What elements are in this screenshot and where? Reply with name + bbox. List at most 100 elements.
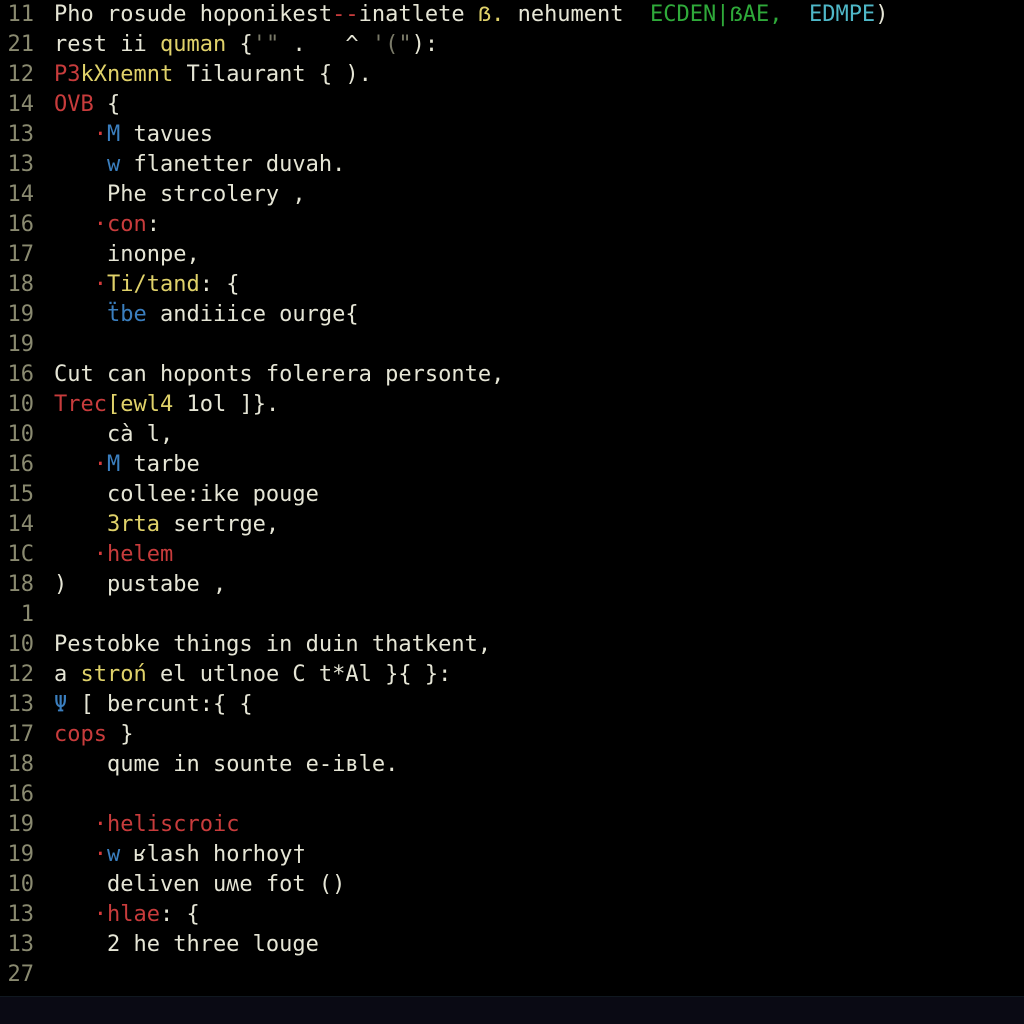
code-line[interactable]: 13 2 he three louge [0,930,1024,960]
line-number: 13 [0,900,40,930]
code-content[interactable]: collee:ike pouge [54,480,1024,510]
code-content[interactable]: qume in sounte e-iвle. [54,750,1024,780]
token: flanetter duvah. [120,152,345,177]
token: deliven uʍe fot () [54,872,345,897]
token: { [94,92,121,117]
code-line[interactable]: 18 qume in sounte e-iвle. [0,750,1024,780]
code-line[interactable]: 19 ·w ʁlash horhoy† [0,840,1024,870]
code-content[interactable]: deliven uʍe fot () [54,870,1024,900]
code-content[interactable] [54,330,1024,360]
code-content[interactable]: ·Ti/tand: { [54,270,1024,300]
code-line[interactable]: 13Ψ [ bercunt:{ { [0,690,1024,720]
code-line[interactable]: 12P3kXnemnt Tilaurant { ). [0,60,1024,90]
code-content[interactable]: cops } [54,720,1024,750]
code-content[interactable]: ·M tarbe [54,450,1024,480]
token: 3rta [107,512,160,537]
code-line[interactable]: 18 ·Ti/tand: { [0,270,1024,300]
code-line[interactable]: 11Pho rosude hoponikest--inatlete ẞ. neh… [0,0,1024,30]
token: 2 he three louge [54,932,319,957]
token: ʁlash horhoy† [120,842,305,867]
code-content[interactable]: ·helem [54,540,1024,570]
code-content[interactable]: rest ii quman {'" . ^ '("): [54,30,1024,60]
code-content[interactable]: Ψ [ bercunt:{ { [54,690,1024,720]
code-content[interactable]: w flanetter duvah. [54,150,1024,180]
token: ) pustabe , [54,572,226,597]
token: '" [253,32,280,57]
code-content[interactable]: OVB { [54,90,1024,120]
token: Phe strcolery , [54,182,306,207]
code-line[interactable]: 10 deliven uʍe fot () [0,870,1024,900]
line-number: 16 [0,360,40,390]
line-number: 16 [0,780,40,810]
code-line[interactable]: 10 cà l, [0,420,1024,450]
code-line[interactable]: 19 [0,330,1024,360]
token: Pestobke things in duin thatkent, [54,632,491,657]
code-content[interactable]: inonpe, [54,240,1024,270]
token: [ bercunt:{ { [67,692,252,717]
token: · [94,842,107,867]
token: w [107,152,120,177]
code-content[interactable]: Pestobke things in duin thatkent, [54,630,1024,660]
code-content[interactable] [54,780,1024,810]
code-line[interactable]: 13 w flanetter duvah. [0,150,1024,180]
code-line[interactable]: 16 Cut can hoponts folerera personte, [0,360,1024,390]
code-line[interactable]: 13 ·hlae: { [0,900,1024,930]
code-line[interactable]: 10 Trec[ewl4 1ol ]}. [0,390,1024,420]
code-line[interactable]: 14OVB { [0,90,1024,120]
token [54,602,67,627]
code-content[interactable]: P3kXnemnt Tilaurant { ). [54,60,1024,90]
code-line[interactable]: 14 3rta sertrge, [0,510,1024,540]
token: qume in sounte e-iвle. [107,752,398,777]
line-number: 19 [0,810,40,840]
code-line[interactable]: 17cops } [0,720,1024,750]
code-content[interactable]: ·con: [54,210,1024,240]
line-number: 10 [0,390,40,420]
code-line[interactable]: 13 ·M tavues [0,120,1024,150]
token: M [107,452,120,477]
code-line[interactable]: 27 [0,960,1024,990]
token [54,542,94,567]
code-content[interactable]: Trec[ewl4 1ol ]}. [54,390,1024,420]
code-line[interactable]: 14 Phe strcolery , [0,180,1024,210]
code-content[interactable]: ·hlae: { [54,900,1024,930]
code-line[interactable]: 10 Pestobke things in duin thatkent, [0,630,1024,660]
code-line[interactable]: 16 [0,780,1024,810]
line-number: 19 [0,330,40,360]
token: ẞ. [478,2,504,27]
code-line[interactable]: 16 ·M tarbe [0,450,1024,480]
code-content[interactable]: Phe strcolery , [54,180,1024,210]
code-line[interactable]: 1C ·helem [0,540,1024,570]
code-line[interactable]: 12a stroń el utlnoe C t*Al }{ }: [0,660,1024,690]
code-area[interactable]: 11Pho rosude hoponikest--inatlete ẞ. neh… [0,0,1024,996]
code-content[interactable]: Pho rosude hoponikest--inatlete ẞ. nehum… [54,0,1024,30]
code-content[interactable]: ) pustabe , [54,570,1024,600]
code-line[interactable]: 1 [0,600,1024,630]
code-line[interactable]: 19 ẗbe andiiice ourge{ [0,300,1024,330]
code-content[interactable]: ·w ʁlash horhoy† [54,840,1024,870]
code-content[interactable]: ẗbe andiiice ourge{ [54,300,1024,330]
code-content[interactable]: Cut can hoponts folerera personte, [54,360,1024,390]
code-line[interactable]: 17 inonpe, [0,240,1024,270]
token: w [107,842,120,867]
code-content[interactable]: a stroń el utlnoe C t*Al }{ }: [54,660,1024,690]
code-line[interactable]: 15 collee:ike pouge [0,480,1024,510]
token: Ti/tand [107,272,200,297]
line-number: 1C [0,540,40,570]
line-number: 16 [0,450,40,480]
code-line[interactable]: 16 ·con: [0,210,1024,240]
code-editor[interactable]: 11Pho rosude hoponikest--inatlete ẞ. neh… [0,0,1024,1024]
code-content[interactable] [54,960,1024,990]
code-content[interactable]: ·M tavues [54,120,1024,150]
code-content[interactable]: 3rta sertrge, [54,510,1024,540]
token: } [107,722,134,747]
code-content[interactable] [54,600,1024,630]
code-line[interactable]: 18) pustabe , [0,570,1024,600]
code-content[interactable]: ·heliscroic [54,810,1024,840]
code-content[interactable]: cà l, [54,420,1024,450]
code-line[interactable]: 19 ·heliscroic [0,810,1024,840]
token [54,902,94,927]
line-number: 16 [0,210,40,240]
line-number: 10 [0,630,40,660]
code-line[interactable]: 21rest ii quman {'" . ^ '("): [0,30,1024,60]
code-content[interactable]: 2 he three louge [54,930,1024,960]
